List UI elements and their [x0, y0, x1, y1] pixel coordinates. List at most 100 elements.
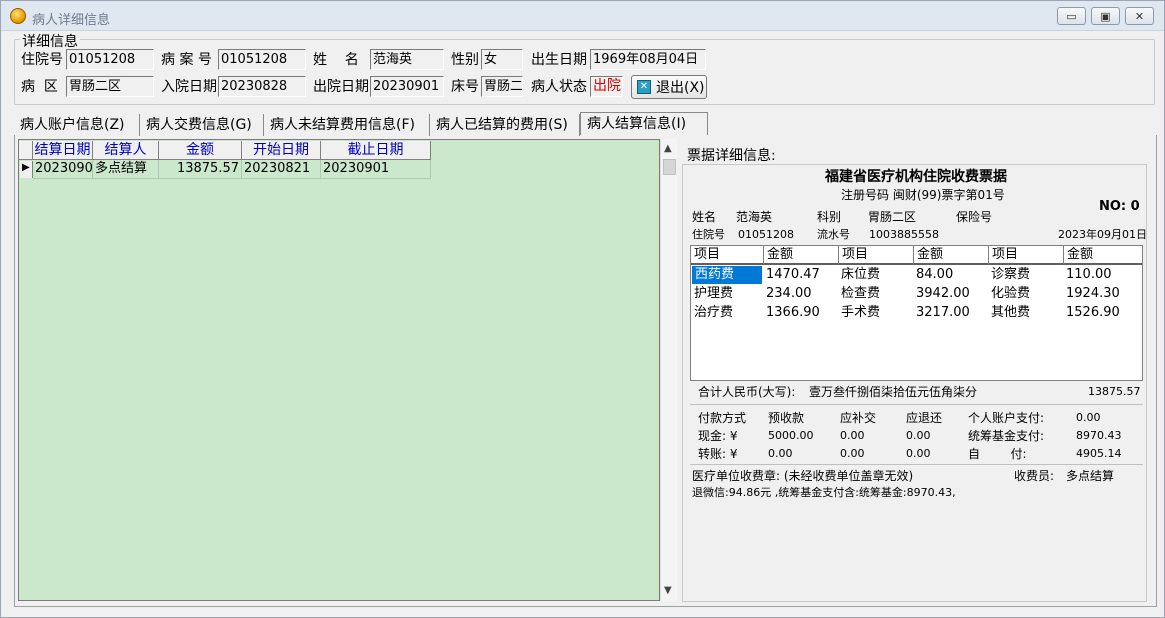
- fee-item-cell[interactable]: 检查费: [841, 285, 880, 303]
- cash-refund: 0.00: [906, 429, 931, 442]
- receipt-serial-label: 流水号: [817, 228, 850, 241]
- fee-amount-cell[interactable]: 3217.00: [916, 304, 970, 322]
- row-selector[interactable]: ▶: [20, 161, 33, 178]
- grid-scrollbar[interactable]: ▲ ▼: [660, 139, 677, 601]
- fee-item-cell[interactable]: 化验费: [991, 285, 1030, 303]
- inpatient-no-field[interactable]: 01051208: [66, 49, 154, 70]
- status-field[interactable]: 出院: [590, 76, 623, 97]
- transfer-refund: 0.00: [906, 447, 931, 460]
- total-amount: 13875.57: [1088, 385, 1141, 398]
- divider: [690, 404, 1143, 405]
- transfer-supplement: 0.00: [840, 447, 865, 460]
- window-title: 病人详细信息: [32, 13, 111, 28]
- birth-label: 出生日期: [531, 52, 587, 68]
- ward-label: 病 区: [21, 79, 58, 95]
- name-label: 姓 名: [313, 52, 359, 68]
- birth-field[interactable]: 1969年08月04日: [590, 49, 706, 70]
- tab-settled-fees[interactable]: 病人已结算的费用(S): [430, 114, 580, 136]
- settlement-grid[interactable]: 结算日期 结算人 金额 开始日期 截止日期 ▶ 20230901 多点结算 13…: [18, 139, 660, 601]
- fee-amount-cell[interactable]: 1924.30: [1066, 285, 1120, 303]
- maximize-button[interactable]: ▣: [1091, 7, 1120, 25]
- receipt-name: 范海英: [736, 210, 773, 224]
- ward-field[interactable]: 胃肠二区: [66, 76, 154, 97]
- tab-settlement-info[interactable]: 病人结算信息(I): [580, 112, 708, 135]
- stamp-note: 医疗单位收费章: (未经收费单位盖章无效): [692, 469, 914, 483]
- receipt-serial: 1003885558: [869, 228, 939, 241]
- tab-payment-info[interactable]: 病人交费信息(G): [140, 114, 264, 136]
- fee-amount-cell[interactable]: 3942.00: [916, 285, 970, 303]
- gender-label: 性别: [451, 52, 479, 68]
- self-pay-label: 自 付:: [968, 447, 1027, 461]
- amount-header: 金额: [764, 246, 839, 265]
- receipt-dept-label: 科别: [817, 210, 842, 224]
- col-header-end-date[interactable]: 截止日期: [321, 141, 431, 160]
- col-header-settle-date[interactable]: 结算日期: [33, 141, 93, 160]
- item-header: 项目: [989, 246, 1064, 265]
- cash-supplement: 0.00: [840, 429, 865, 442]
- fee-amount-cell[interactable]: 1470.47: [766, 266, 820, 284]
- fee-items-table[interactable]: 项目 金额 项目 金额 项目 金额 西药费 1470.47 床位费 84.00 …: [690, 245, 1143, 381]
- prepaid-header: 预收款: [768, 411, 805, 425]
- cash-prepaid: 5000.00: [768, 429, 814, 442]
- receipt-name-label: 姓名: [692, 210, 717, 224]
- col-header-start-date[interactable]: 开始日期: [242, 141, 321, 160]
- receipt-no: NO: 0: [1099, 199, 1140, 214]
- refund-header: 应退还: [906, 411, 943, 425]
- table-row-cell-settle-date[interactable]: 20230901: [33, 160, 101, 179]
- fee-item-cell[interactable]: 其他费: [991, 304, 1030, 322]
- minimize-button[interactable]: ▭: [1057, 7, 1086, 25]
- receipt-insurance-label: 保险号: [956, 210, 993, 224]
- col-header-settler[interactable]: 结算人: [93, 141, 159, 160]
- tab-account-info[interactable]: 病人账户信息(Z): [14, 114, 140, 136]
- tab-unsettled-fees[interactable]: 病人未结算费用信息(F): [264, 114, 430, 136]
- receipt-panel-label: 票据详细信息:: [687, 148, 776, 164]
- table-row-cell-amount[interactable]: 13875.57: [159, 160, 242, 179]
- table-row-cell-end-date[interactable]: 20230901: [321, 160, 431, 179]
- fee-amount-cell[interactable]: 110.00: [1066, 266, 1112, 284]
- case-no-label: 病 案 号: [161, 52, 212, 68]
- name-field[interactable]: 范海英: [370, 49, 444, 70]
- transfer-label: 转账: ¥: [698, 447, 738, 461]
- app-icon: [10, 8, 26, 24]
- fee-amount-cell[interactable]: 1366.90: [766, 304, 820, 322]
- amount-header: 金额: [1064, 246, 1142, 265]
- discharge-date-label: 出院日期: [313, 79, 369, 95]
- exit-icon: ✕: [637, 80, 651, 94]
- bed-field[interactable]: 胃肠二: [481, 76, 523, 97]
- fund-value: 8970.43: [1076, 429, 1122, 442]
- personal-account-value: 0.00: [1076, 411, 1101, 424]
- row-pointer-icon: ▶: [22, 162, 30, 173]
- table-row-cell-start-date[interactable]: 20230821: [242, 160, 321, 179]
- fee-amount-cell[interactable]: 84.00: [916, 266, 953, 284]
- maximize-icon: ▣: [1100, 9, 1111, 23]
- scroll-down-icon[interactable]: ▼: [664, 585, 672, 596]
- fee-item-cell[interactable]: 床位费: [841, 266, 880, 284]
- fee-amount-cell[interactable]: 1526.90: [1066, 304, 1120, 322]
- admit-date-field[interactable]: 20230828: [218, 76, 306, 97]
- discharge-date-field[interactable]: 20230901: [370, 76, 444, 97]
- case-no-field[interactable]: 01051208: [218, 49, 306, 70]
- scroll-up-icon[interactable]: ▲: [664, 143, 672, 154]
- divider: [690, 464, 1143, 465]
- inpatient-no-label: 住院号: [21, 52, 63, 68]
- fee-amount-cell[interactable]: 234.00: [766, 285, 812, 303]
- fee-item-cell[interactable]: 护理费: [694, 285, 733, 303]
- col-header-amount[interactable]: 金额: [159, 141, 242, 160]
- fee-item-cell[interactable]: 西药费: [692, 266, 762, 284]
- close-icon: ✕: [1134, 9, 1145, 23]
- receipt-inpatient-label: 住院号: [692, 228, 725, 241]
- gender-field[interactable]: 女: [481, 49, 523, 70]
- scroll-thumb[interactable]: [663, 159, 676, 175]
- table-row-cell-settler[interactable]: 多点结算: [93, 160, 159, 179]
- receipt-remark: 退微信:94.86元 ,统筹基金支付含:统筹基金:8970.43,: [692, 486, 956, 499]
- total-words: 壹万叁仟捌佰柒拾伍元伍角柒分: [809, 385, 978, 399]
- cashier-label: 收费员:: [1014, 469, 1055, 483]
- fee-item-cell[interactable]: 手术费: [841, 304, 880, 322]
- admit-date-label: 入院日期: [161, 79, 217, 95]
- fee-item-cell[interactable]: 诊察费: [991, 266, 1030, 284]
- close-button[interactable]: ✕: [1125, 7, 1154, 25]
- amount-header: 金额: [914, 246, 989, 265]
- receipt-reg-no: 注册号码 闽财(99)票字第01号: [841, 188, 1005, 202]
- fee-item-cell[interactable]: 治疗费: [694, 304, 733, 322]
- exit-button[interactable]: ✕ 退出(X): [631, 75, 707, 99]
